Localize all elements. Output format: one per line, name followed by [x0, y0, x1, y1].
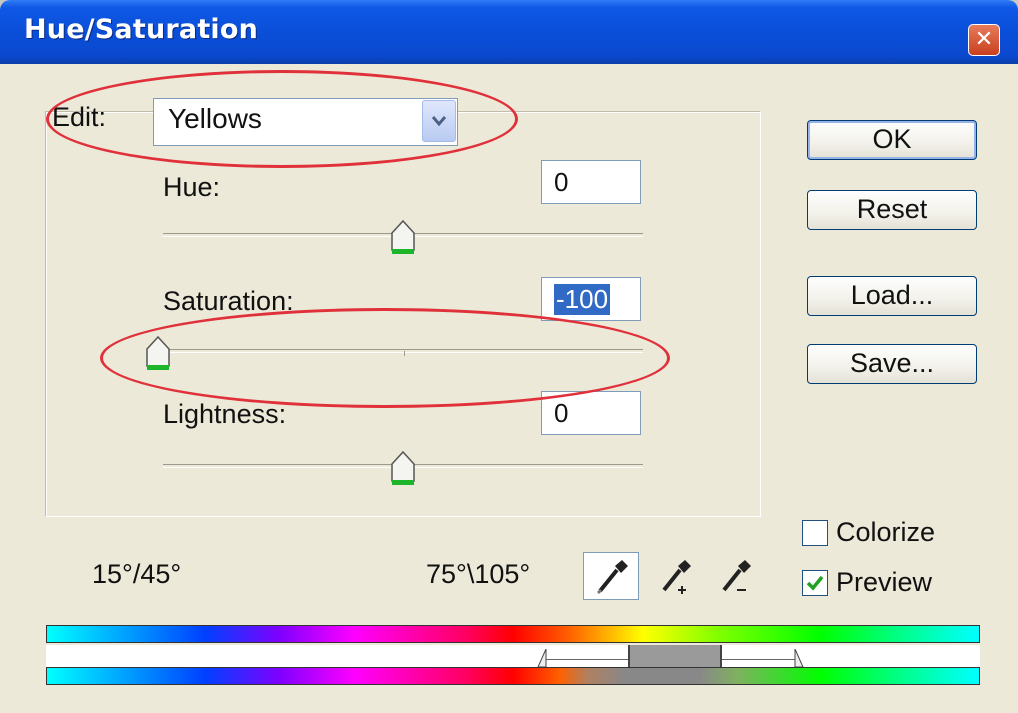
checkmark-icon [806, 575, 824, 591]
selected-range-block[interactable] [628, 645, 722, 667]
hue-label: Hue: [163, 172, 221, 202]
preview-checkbox[interactable] [802, 570, 828, 596]
right-falloff-handle[interactable] [794, 649, 804, 667]
lightness-value: 0 [554, 398, 569, 428]
preview-label[interactable]: Preview [836, 567, 932, 598]
load-button[interactable]: Load... [807, 276, 977, 316]
eyedropper-tool-button[interactable] [583, 552, 639, 600]
saturation-annotation-oval [100, 308, 670, 408]
range-selector-bar[interactable] [46, 645, 980, 667]
hue-slider-thumb[interactable] [389, 219, 417, 255]
hue-value: 0 [554, 167, 569, 197]
edit-annotation-oval [46, 70, 518, 168]
lightness-slider-thumb[interactable] [389, 450, 417, 486]
eyedropper-subtract-icon[interactable] [712, 552, 762, 600]
saturation-input[interactable]: -100 [541, 277, 641, 321]
saturation-value: -100 [554, 284, 611, 315]
colorize-label[interactable]: Colorize [836, 517, 935, 548]
colorize-checkbox[interactable] [802, 520, 828, 546]
range-right-readout: 75°\105° [426, 559, 531, 589]
window-title: Hue/Saturation [24, 14, 259, 45]
range-left-readout: 15°/45° [92, 559, 182, 589]
ok-button[interactable]: OK [807, 120, 977, 160]
left-falloff-handle[interactable] [537, 649, 547, 667]
hue-saturation-dialog: Hue/Saturation ✕ Edit: Yellows Hue: 0 Sa… [0, 0, 1018, 713]
adjusted-color-ramp [46, 667, 980, 685]
close-icon: ✕ [974, 27, 994, 52]
source-color-ramp [46, 625, 980, 643]
reset-button[interactable]: Reset [807, 190, 977, 230]
hue-input[interactable]: 0 [541, 160, 641, 204]
save-button[interactable]: Save... [807, 344, 977, 384]
eyedropper-icon [596, 560, 628, 595]
close-button[interactable]: ✕ [968, 24, 1000, 56]
eyedropper-add-icon[interactable] [652, 552, 702, 600]
title-bar[interactable]: Hue/Saturation ✕ [0, 0, 1018, 64]
